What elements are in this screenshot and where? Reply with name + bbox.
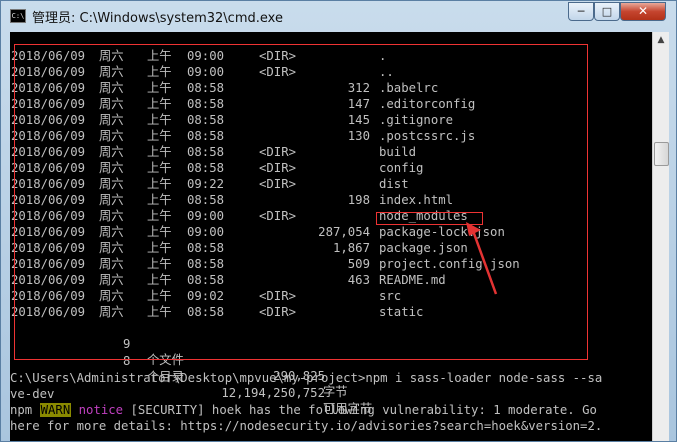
- warn-badge: WARN: [39, 403, 72, 417]
- cmd-icon: C:\: [10, 9, 26, 23]
- npm-prefix: npm: [10, 403, 33, 417]
- title-bar[interactable]: C:\ 管理员: C:\Windows\system32\cmd.exe ─ □…: [1, 1, 676, 31]
- npm-warn-line-2: here for more details: https://nodesecur…: [10, 419, 603, 433]
- close-button[interactable]: ✕: [620, 2, 666, 21]
- annotation-arrow-icon: [466, 222, 498, 295]
- file-bytes-unit: 字节: [323, 385, 348, 399]
- npm-warn-line: npm WARN notice [SECURITY] hoek has the …: [10, 402, 597, 418]
- maximize-button[interactable]: □: [594, 2, 620, 21]
- free-bytes: 12,194,250,752: [221, 386, 325, 400]
- cmd-window: C:\ 管理员: C:\Windows\system32\cmd.exe ─ □…: [0, 0, 677, 442]
- command-line-wrap: ve-dev: [10, 387, 55, 401]
- command-line: C:\Users\Administrator\Desktop\mpvue\my-…: [10, 371, 603, 385]
- security-message: [SECURITY] hoek has the following vulner…: [130, 403, 597, 417]
- highlight-box: [14, 44, 588, 360]
- scroll-up-icon[interactable]: ▲: [653, 32, 669, 48]
- notice-label: notice: [78, 403, 124, 417]
- scrollbar-thumb[interactable]: [654, 142, 669, 166]
- console-output[interactable]: 2018/06/09 周六 上午 09:00 <DIR>. 2018/06/09 周六 上午 0…: [10, 32, 652, 441]
- window-title: 管理员: C:\Windows\system32\cmd.exe: [32, 11, 283, 26]
- minimize-button[interactable]: ─: [568, 2, 594, 21]
- vertical-scrollbar[interactable]: ▲: [652, 32, 669, 441]
